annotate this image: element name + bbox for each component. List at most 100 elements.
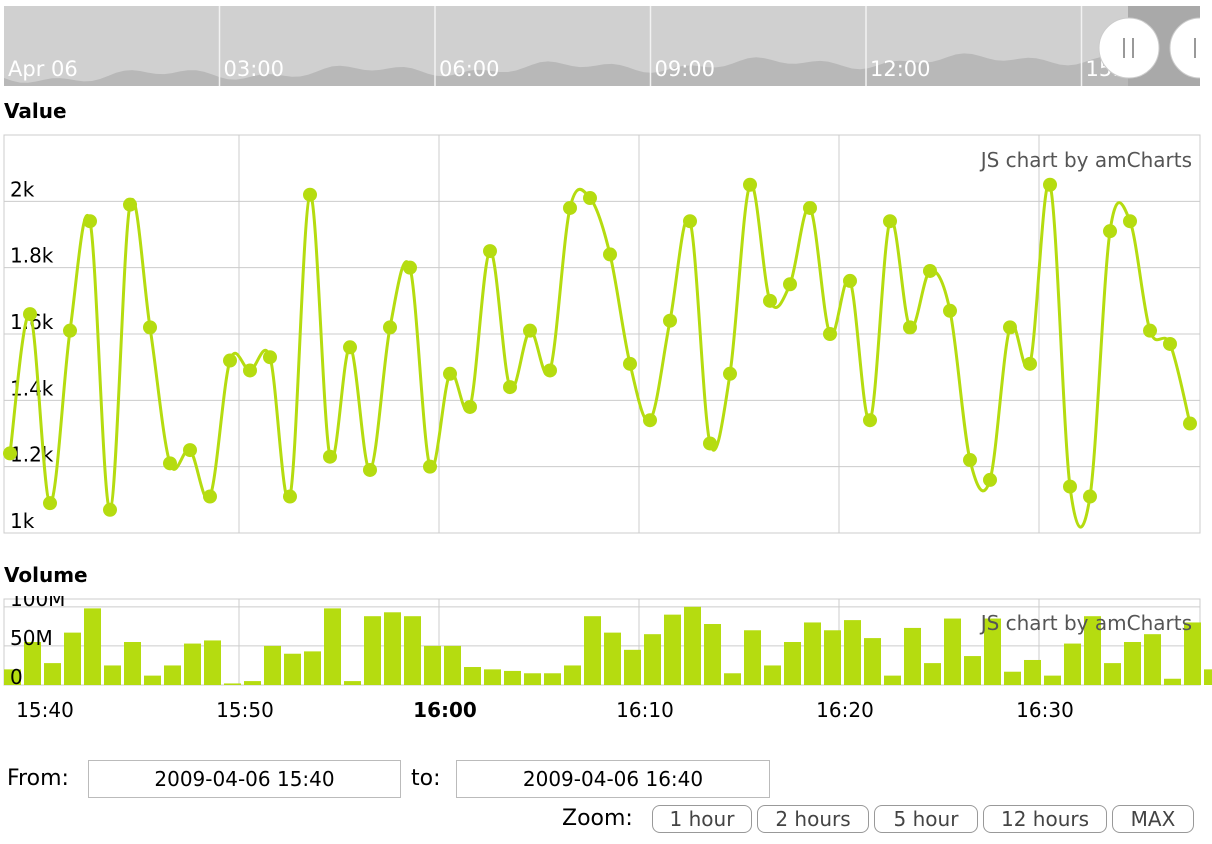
volume-bar[interactable] [684, 606, 701, 685]
value-data-point[interactable] [643, 413, 657, 428]
value-data-point[interactable] [503, 380, 517, 395]
value-data-point[interactable] [1143, 323, 1157, 338]
volume-bar[interactable] [224, 683, 241, 685]
volume-bar[interactable] [664, 614, 681, 685]
value-data-point[interactable] [1183, 416, 1197, 431]
zoom-5-hour-button[interactable]: 5 hour [874, 805, 978, 833]
volume-bar[interactable] [124, 642, 141, 685]
volume-bar[interactable] [1044, 675, 1061, 685]
volume-bar[interactable] [924, 663, 941, 685]
value-data-point[interactable] [163, 456, 177, 471]
volume-bar[interactable] [304, 651, 321, 685]
volume-bar[interactable] [824, 630, 841, 685]
volume-bar[interactable] [404, 616, 421, 685]
value-data-point[interactable] [1083, 489, 1097, 504]
volume-bar[interactable] [1004, 671, 1021, 685]
value-data-point[interactable] [923, 263, 937, 278]
value-data-point[interactable] [663, 313, 677, 328]
volume-bar[interactable] [804, 622, 821, 685]
value-data-point[interactable] [103, 502, 117, 517]
value-data-point[interactable] [1023, 356, 1037, 371]
value-data-point[interactable] [23, 307, 37, 322]
volume-bar[interactable] [604, 632, 621, 685]
value-data-point[interactable] [123, 197, 137, 212]
volume-bar[interactable] [944, 618, 961, 685]
value-data-point[interactable] [443, 366, 457, 381]
volume-bar[interactable] [1104, 663, 1121, 685]
volume-bar[interactable] [524, 673, 541, 685]
volume-bar[interactable] [284, 653, 301, 685]
volume-bar[interactable] [564, 665, 581, 685]
volume-bar[interactable] [484, 669, 501, 685]
value-data-point[interactable] [703, 436, 717, 451]
value-data-point[interactable] [303, 187, 317, 202]
volume-bar[interactable] [424, 645, 441, 685]
volume-bar[interactable] [504, 670, 521, 685]
volume-bar[interactable] [104, 665, 121, 685]
value-data-point[interactable] [283, 489, 297, 504]
volume-bar[interactable] [1144, 634, 1161, 685]
value-data-point[interactable] [823, 327, 837, 341]
volume-bar[interactable] [144, 675, 161, 685]
value-data-point[interactable] [423, 459, 437, 474]
value-data-point[interactable] [63, 323, 77, 338]
volume-bar[interactable] [44, 663, 61, 685]
value-data-point[interactable] [483, 244, 497, 259]
value-data-point[interactable] [763, 293, 777, 308]
volume-bar[interactable] [1164, 678, 1181, 685]
volume-bar[interactable] [644, 634, 661, 685]
volume-bar[interactable] [364, 616, 381, 685]
value-data-point[interactable] [803, 200, 817, 215]
volume-bar[interactable] [384, 612, 401, 685]
value-data-point[interactable] [383, 320, 397, 335]
volume-bar[interactable] [704, 624, 721, 685]
value-data-point[interactable] [143, 320, 157, 335]
volume-bar[interactable] [164, 665, 181, 685]
value-data-point[interactable] [1123, 214, 1137, 229]
volume-bar[interactable] [344, 681, 361, 685]
value-data-point[interactable] [243, 363, 257, 378]
volume-bar[interactable] [904, 627, 921, 685]
volume-bar[interactable] [464, 667, 481, 685]
value-data-point[interactable] [683, 214, 697, 229]
value-data-point[interactable] [523, 323, 537, 338]
value-data-point[interactable] [263, 350, 277, 365]
scrollbar-left-grip[interactable] [1098, 17, 1160, 79]
value-data-point[interactable] [203, 489, 217, 504]
volume-bar[interactable] [964, 656, 981, 685]
volume-bar[interactable] [744, 630, 761, 685]
volume-bar[interactable] [624, 649, 641, 685]
volume-bar[interactable] [584, 616, 601, 685]
zoom-1-hour-button[interactable]: 1 hour [652, 805, 752, 833]
value-data-point[interactable] [363, 462, 377, 477]
volume-bar[interactable] [844, 620, 861, 685]
value-data-point[interactable] [463, 399, 477, 414]
value-data-point[interactable] [403, 260, 417, 275]
volume-bar[interactable] [264, 645, 281, 685]
volume-bar[interactable] [444, 645, 461, 685]
value-data-point[interactable] [783, 277, 797, 292]
value-data-point[interactable] [743, 177, 757, 192]
value-data-point[interactable] [963, 453, 977, 468]
volume-bar[interactable] [1064, 643, 1081, 685]
volume-bar[interactable] [724, 673, 741, 685]
volume-chart-credit[interactable]: JS chart by amCharts [979, 611, 1192, 635]
value-data-point[interactable] [583, 191, 597, 206]
value-data-point[interactable] [183, 443, 197, 458]
zoom-12-hours-button[interactable]: 12 hours [983, 805, 1107, 833]
value-data-point[interactable] [43, 496, 57, 511]
volume-bar[interactable] [864, 638, 881, 685]
value-data-point[interactable] [1163, 336, 1177, 351]
value-data-point[interactable] [323, 449, 337, 464]
chart-scrollbar[interactable]: Apr 0603:0006:0009:0012:0015:00 [4, 6, 1200, 86]
to-date-input[interactable] [456, 760, 770, 798]
volume-bar[interactable] [244, 681, 261, 685]
value-data-point[interactable] [1003, 320, 1017, 335]
value-data-point[interactable] [723, 366, 737, 381]
value-data-point[interactable] [83, 214, 97, 229]
zoom-max-button[interactable]: MAX [1112, 805, 1194, 833]
volume-bar[interactable] [184, 643, 201, 685]
from-date-input[interactable] [88, 760, 401, 798]
value-data-point[interactable] [943, 303, 957, 318]
volume-bar[interactable] [64, 632, 81, 685]
